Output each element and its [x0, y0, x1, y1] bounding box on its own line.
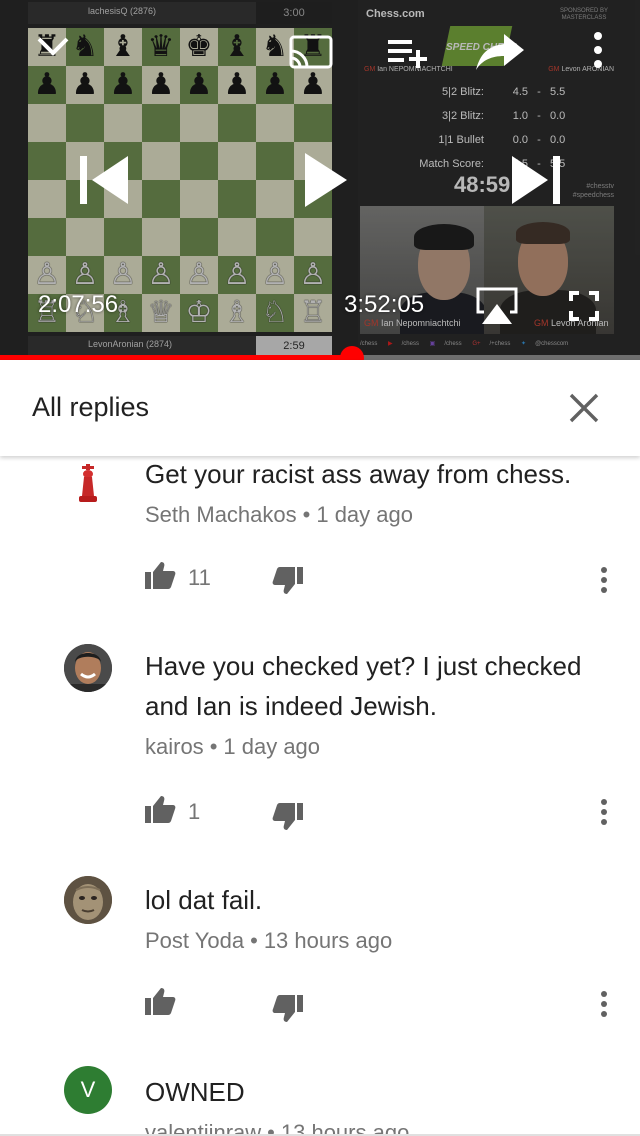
video-player[interactable]: lachesisQ (2876) 3:00 ♜ ♞ ♝ ♛ ♚ ♝ ♞ ♜ ♟ ♟ ♟ ♟ ♟ ♟ ♟ ♟ ♙ ♙…	[0, 0, 640, 360]
current-time: 2:07:56	[38, 291, 119, 318]
avatar[interactable]	[64, 644, 112, 692]
comment-author[interactable]: Post Yoda	[145, 928, 244, 953]
avatar[interactable]	[64, 876, 112, 924]
more-options-icon[interactable]	[590, 30, 606, 75]
replies-title: All replies	[32, 392, 150, 422]
like-button[interactable]	[144, 794, 176, 829]
comment-menu-button[interactable]	[596, 990, 612, 1023]
thumbs-up-icon	[145, 988, 176, 1015]
more-vertical-icon	[601, 799, 607, 825]
next-icon[interactable]	[510, 154, 564, 211]
thumbs-up-icon	[145, 796, 176, 823]
comment-text: lol dat fail.	[145, 885, 263, 915]
replies-header: All replies	[0, 360, 640, 456]
like-count: 11	[188, 565, 211, 590]
previous-icon[interactable]	[78, 154, 132, 211]
comment-menu-button[interactable]	[596, 798, 612, 831]
comment-text: Have you checked yet? I just checked and…	[145, 651, 582, 721]
more-vertical-icon	[601, 991, 607, 1017]
yoda-face-icon	[64, 876, 112, 924]
thumbs-down-icon	[272, 567, 303, 594]
share-icon[interactable]	[474, 30, 528, 79]
comment-meta: Seth Machakos • 1 day ago	[145, 502, 413, 527]
dislike-button[interactable]	[272, 802, 304, 837]
thumbs-down-icon	[272, 995, 303, 1022]
comment-text: OWNED	[145, 1077, 245, 1107]
play-icon[interactable]	[302, 150, 350, 215]
airplay-icon[interactable]	[474, 286, 520, 331]
thumbs-up-icon	[145, 562, 176, 589]
comment-author[interactable]: kairos	[145, 734, 204, 759]
add-to-queue-icon[interactable]	[386, 36, 430, 75]
comment-meta: Post Yoda • 13 hours ago	[145, 928, 393, 953]
comment-item: Get your racist ass away from chess. Set…	[0, 440, 640, 630]
dislike-button[interactable]	[272, 566, 304, 601]
like-button[interactable]	[144, 560, 176, 595]
user-photo-icon	[64, 644, 112, 692]
thumbs-down-icon	[272, 803, 303, 830]
more-vertical-icon	[601, 567, 607, 593]
comment-age: 1 day ago	[223, 734, 321, 759]
comment-age: 1 day ago	[316, 502, 413, 527]
like-count: 1	[188, 799, 201, 824]
comment-item: Have you checked yet? I just checked and…	[0, 630, 640, 860]
comment-item: lol dat fail. Post Yoda • 13 hours ago	[0, 860, 640, 1050]
minimize-chevron-icon[interactable]	[36, 36, 70, 63]
close-icon	[569, 393, 599, 423]
comment-item: V OWNED valentijnraw • 13 hours ago	[0, 1050, 640, 1136]
dislike-button[interactable]	[272, 994, 304, 1029]
close-button[interactable]	[562, 386, 606, 430]
like-button[interactable]	[144, 986, 176, 1021]
duration: 3:52:05	[344, 291, 425, 318]
avatar[interactable]: V	[64, 1066, 112, 1114]
chess-piece-avatar-icon	[79, 464, 97, 502]
comment-text: Get your racist ass away from chess.	[145, 459, 572, 489]
comment-age: 13 hours ago	[263, 928, 393, 953]
comment-meta: kairos • 1 day ago	[145, 734, 321, 759]
comment-menu-button[interactable]	[596, 566, 612, 599]
cast-icon[interactable]	[288, 34, 334, 75]
comment-author[interactable]: Seth Machakos	[145, 502, 297, 527]
fullscreen-icon[interactable]	[568, 290, 600, 327]
